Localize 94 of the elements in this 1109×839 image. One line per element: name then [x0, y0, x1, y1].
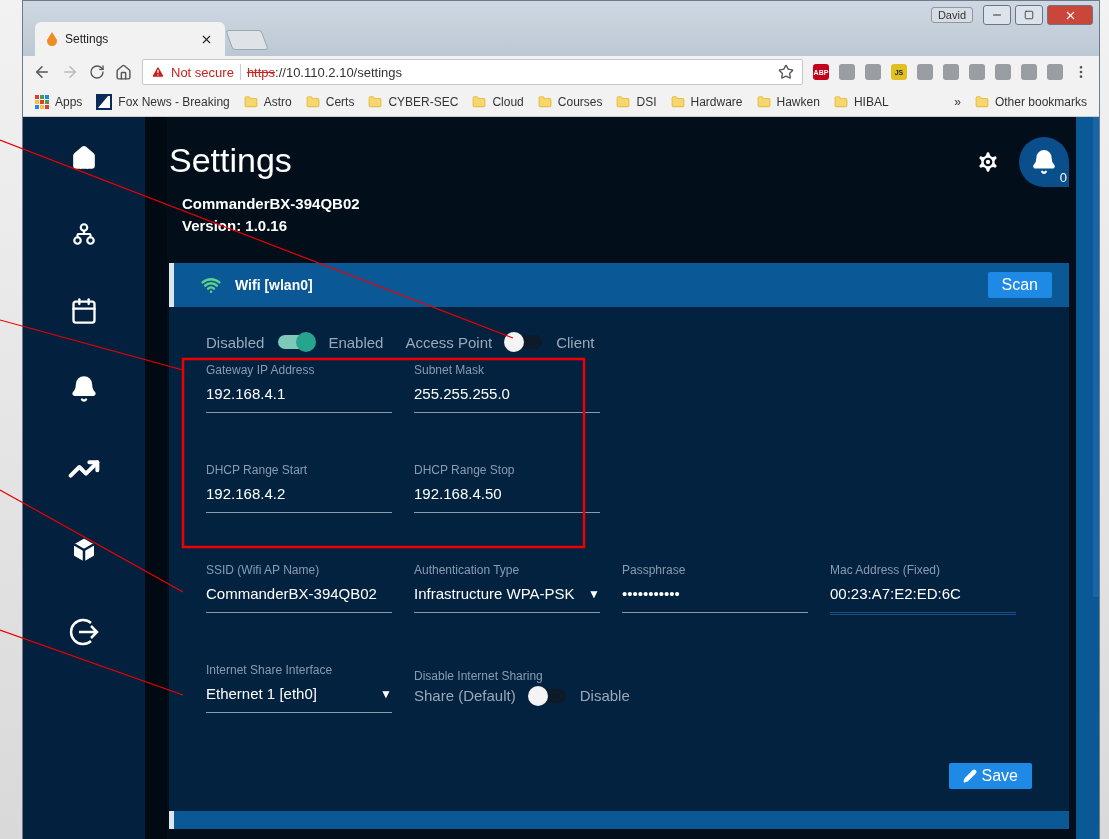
input-field[interactable]: Passphrase •••••••••••	[622, 555, 808, 613]
bookmark[interactable]: Cloud	[472, 95, 524, 109]
bookmark[interactable]: HIBAL	[833, 95, 889, 109]
toggle-label: Client	[556, 333, 595, 351]
home-icon[interactable]	[71, 145, 97, 171]
pencil-icon	[962, 769, 977, 783]
browser-tab[interactable]: Settings	[35, 22, 225, 56]
address-bar[interactable]: Not secure https://10.110.2.10/settings	[142, 59, 803, 85]
input-field[interactable]: Subnet Mask 255.255.255.0	[414, 355, 600, 413]
site-icon	[96, 94, 113, 110]
toggle-label: Disabled	[206, 333, 265, 351]
fork-icon[interactable]	[71, 221, 97, 247]
user-badge[interactable]: David	[930, 7, 973, 23]
back-icon[interactable]	[33, 63, 51, 81]
bookmark[interactable]: CYBER-SEC	[368, 95, 459, 109]
bell-icon	[1031, 149, 1057, 175]
folder-icon	[305, 95, 320, 109]
folder-icon	[368, 95, 383, 109]
field-label: DHCP Range Start	[206, 463, 309, 477]
select-field[interactable]: Authentication Type Infrastructure WPA-PSK ▼	[414, 555, 600, 613]
card-title: Wifi [wlan0]	[235, 277, 314, 293]
field-label: Internet Share Interface	[206, 663, 334, 677]
apps-grid-icon	[35, 95, 49, 109]
tab-title: Settings	[65, 32, 110, 46]
field-value: 255.255.255.0	[414, 385, 510, 402]
page-title: Settings	[169, 141, 292, 180]
notification-count: 0	[1059, 170, 1067, 185]
field-value: 192.168.4.1	[206, 385, 286, 402]
save-button[interactable]: Save	[948, 763, 1032, 789]
input-field[interactable]: Gateway IP Address 192.168.4.1	[206, 355, 392, 413]
bookmark[interactable]: Hawken	[756, 95, 820, 109]
bookmark[interactable]: Other bookmarks	[974, 95, 1087, 109]
folder-icon	[756, 95, 771, 109]
input-field[interactable]: DHCP Range Start 192.168.4.2	[206, 455, 392, 513]
folder-icon	[670, 95, 685, 109]
bookmark[interactable]: Certs	[305, 95, 355, 109]
bookmark[interactable]: Apps	[35, 95, 83, 109]
field-label: Subnet Mask	[414, 363, 486, 377]
bookmark[interactable]: Hardware	[670, 95, 743, 109]
select-field[interactable]: Internet Share Interface Ethernet 1 [eth0] ▼	[206, 655, 392, 713]
field-value: Ethernet 1 [eth0]	[206, 685, 317, 702]
field-label: DHCP Range Stop	[414, 463, 516, 477]
folder-icon	[472, 95, 487, 109]
close-button[interactable]	[1047, 5, 1093, 25]
folder-icon	[243, 95, 258, 109]
field-label: Gateway IP Address	[206, 363, 316, 377]
folder-icon	[974, 95, 989, 109]
field-value: •••••••••••	[622, 585, 680, 602]
input-field[interactable]: DHCP Range Stop 192.168.4.50	[414, 455, 600, 513]
folder-icon	[537, 95, 552, 109]
calendar-icon[interactable]	[70, 297, 98, 325]
scrollbar[interactable]	[1076, 117, 1099, 839]
maximize-icon	[1024, 10, 1034, 20]
folder-icon	[833, 95, 848, 109]
scan-button[interactable]: Scan	[987, 272, 1052, 298]
maximize-button[interactable]	[1015, 5, 1043, 25]
device-name: CommanderBX-394QB02	[182, 194, 361, 214]
input-field[interactable]: SSID (Wifi AP Name) CommanderBX-394QB02	[206, 555, 392, 613]
warning-icon	[151, 65, 165, 79]
field-label: SSID (Wifi AP Name)	[206, 563, 321, 577]
toggle-label: Enabled	[328, 333, 384, 351]
toggle-label: Disable	[579, 687, 630, 704]
toggle-label: Access Point	[405, 333, 493, 351]
home-icon[interactable]	[115, 63, 132, 81]
bookmark[interactable]: Astro	[243, 95, 292, 109]
wifi-icon	[201, 275, 221, 295]
more-bookmarks[interactable]: »	[954, 95, 961, 109]
notification-button[interactable]: 0	[1019, 137, 1069, 187]
minimize-button[interactable]	[983, 5, 1011, 25]
bookmark[interactable]: Fox News - Breaking	[96, 94, 230, 110]
toggle-switch[interactable]	[278, 335, 315, 349]
toggle-switch[interactable]	[529, 688, 566, 703]
field-label: Disable Internet Sharing	[414, 669, 544, 683]
folder-icon	[616, 95, 631, 109]
flame-icon	[47, 32, 57, 46]
toggle-switch[interactable]	[506, 335, 543, 349]
field-label: Authentication Type	[414, 563, 521, 577]
field-label: Passphrase	[622, 563, 687, 577]
toggle-label: Share (Default)	[414, 687, 516, 704]
star-icon[interactable]	[778, 64, 794, 80]
bell-icon[interactable]	[70, 375, 98, 403]
bookmark[interactable]: Courses	[537, 95, 603, 109]
field-label: Mac Address (Fixed)	[830, 563, 942, 577]
reload-icon[interactable]	[89, 64, 105, 80]
bookmark[interactable]: DSI	[616, 95, 657, 109]
field-value: 00:23:A7:E2:ED:6C	[830, 585, 961, 602]
dropdown-arrow: ▼	[380, 686, 392, 701]
security-warning: Not secure	[171, 64, 234, 80]
field-value: Infrastructure WPA-PSK	[414, 585, 575, 602]
dropdown-arrow: ▼	[588, 586, 600, 601]
field-value: 192.168.4.50	[414, 485, 502, 502]
field-value: 192.168.4.2	[206, 485, 286, 502]
url-text: https://10.110.2.10/settings	[246, 64, 403, 80]
field-value: CommanderBX-394QB02	[206, 585, 377, 602]
